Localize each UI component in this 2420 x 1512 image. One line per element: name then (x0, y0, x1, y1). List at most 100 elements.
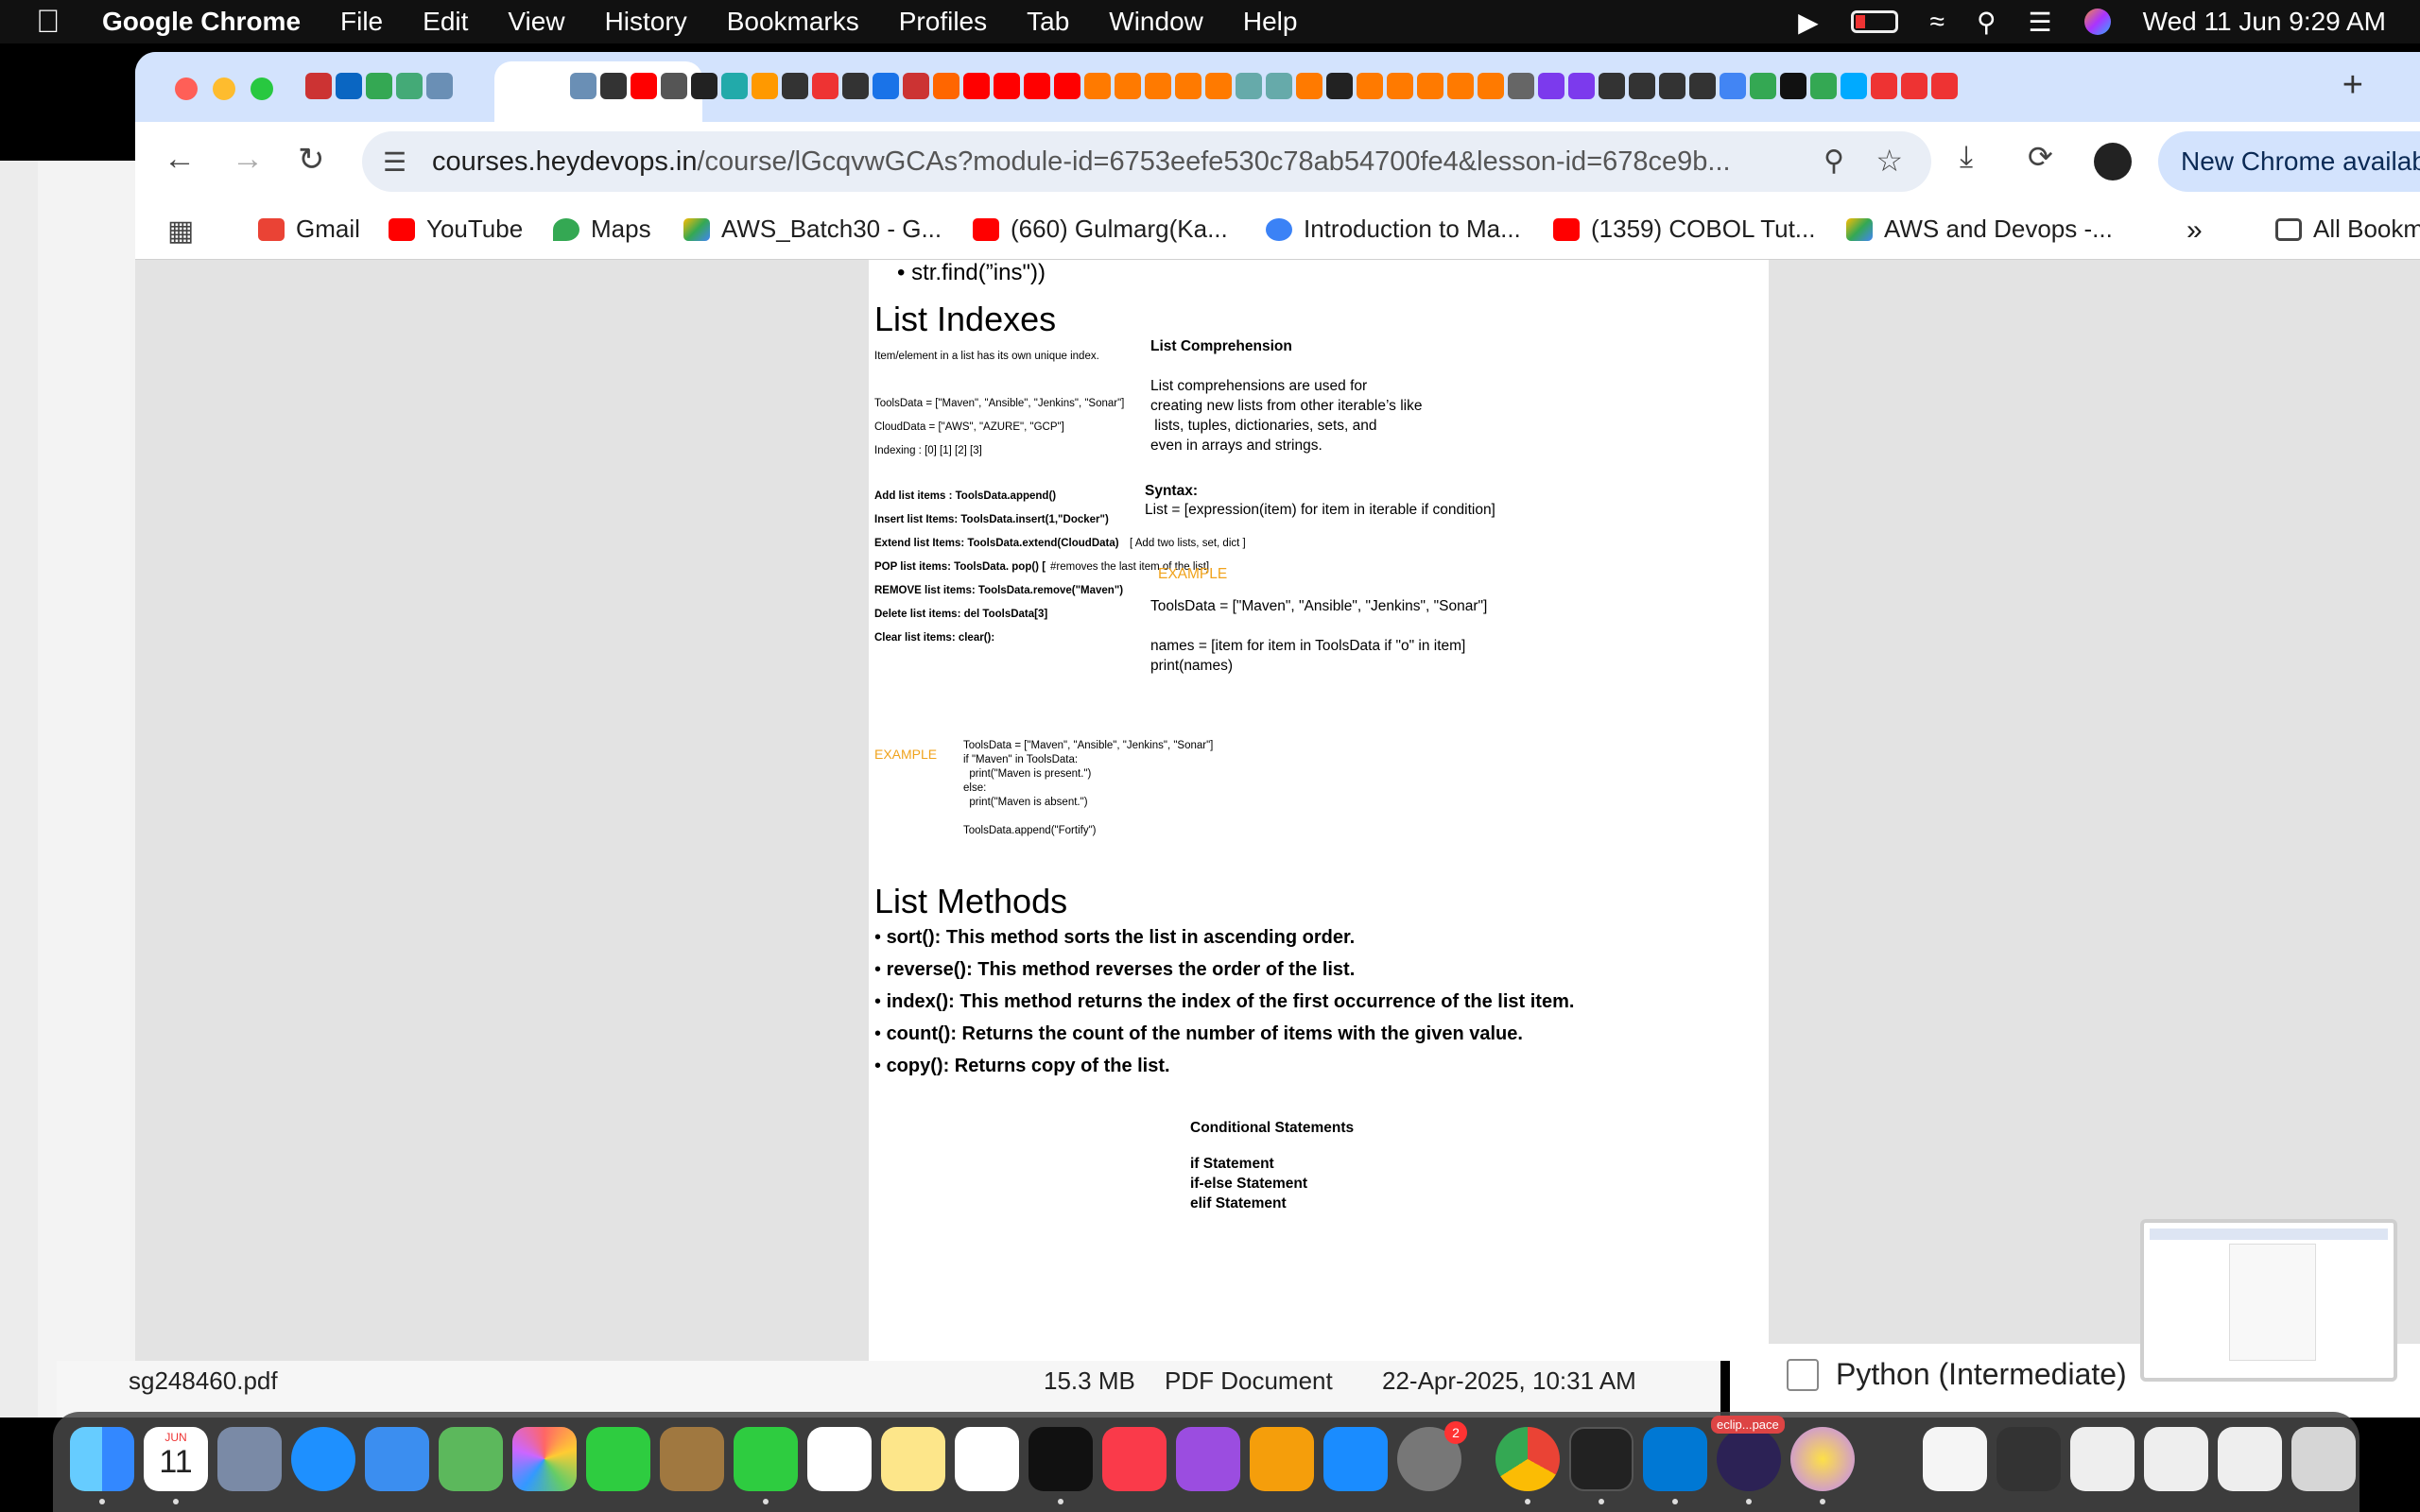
mail-icon[interactable] (365, 1427, 429, 1491)
apps-grid-icon[interactable]: ▦ (167, 215, 194, 248)
tab-favicon[interactable] (1145, 73, 1171, 99)
recent-window-icon[interactable] (2218, 1427, 2282, 1491)
app-store-icon[interactable] (1323, 1427, 1388, 1491)
tab-favicon[interactable] (842, 73, 869, 99)
tab-favicon[interactable] (1236, 73, 1262, 99)
tab-favicon[interactable] (873, 73, 899, 99)
tab-favicon[interactable] (1115, 73, 1141, 99)
challenge-checkbox[interactable] (1787, 1359, 1819, 1391)
bookmark-gmail[interactable]: Gmail (258, 215, 360, 244)
media-play-icon[interactable]: ▶ (1798, 7, 1819, 38)
freeform-icon[interactable] (955, 1427, 1019, 1491)
numbers-icon[interactable] (734, 1427, 798, 1491)
minimize-window-button[interactable] (213, 77, 235, 100)
bookmark-aws-batch30[interactable]: AWS_Batch30 - G... (683, 215, 942, 244)
reminders-icon[interactable] (807, 1427, 872, 1491)
tab-favicon[interactable] (1780, 73, 1806, 99)
tab-favicon[interactable] (1689, 73, 1716, 99)
tab-favicon[interactable] (1326, 73, 1353, 99)
download-icon[interactable]: ⤓ (1960, 139, 1973, 175)
clock-datetime[interactable]: Wed 11 Jun 9:29 AM (2143, 7, 2386, 37)
tab-favicon[interactable] (1931, 73, 1958, 99)
tab-favicon[interactable] (1205, 73, 1232, 99)
contacts-icon[interactable] (660, 1427, 724, 1491)
zoom-icon[interactable]: ⚲ (1824, 145, 1844, 178)
chrome-icon[interactable] (1495, 1427, 1560, 1491)
apple-menu-icon[interactable]:  (36, 4, 74, 41)
music-icon[interactable] (1102, 1427, 1167, 1491)
tab-favicon[interactable] (782, 73, 808, 99)
menu-window[interactable]: Window (1109, 7, 1203, 37)
tab-favicon[interactable] (1720, 73, 1746, 99)
tab-favicon[interactable] (1871, 73, 1897, 99)
extensions-icon[interactable]: ⟳ (2028, 139, 2053, 175)
menu-tab[interactable]: Tab (1027, 7, 1069, 37)
tab-favicon[interactable] (1750, 73, 1776, 99)
tab-favicon[interactable] (1084, 73, 1111, 99)
maps-app-icon[interactable] (439, 1427, 503, 1491)
app-menu-name[interactable]: Google Chrome (102, 7, 301, 37)
podcasts-icon[interactable] (1176, 1427, 1240, 1491)
close-window-button[interactable] (175, 77, 198, 100)
menu-bookmarks[interactable]: Bookmarks (727, 7, 859, 37)
tab-favicon[interactable] (1810, 73, 1837, 99)
notes-icon[interactable] (881, 1427, 945, 1491)
terminal-icon[interactable] (1569, 1427, 1634, 1491)
system-settings-icon[interactable]: 2 (1397, 1421, 1467, 1491)
bookmark-cobol[interactable]: (1359) COBOL Tut... (1553, 215, 1815, 244)
tab-favicon[interactable] (963, 73, 990, 99)
screenshot-thumbnail[interactable] (2140, 1219, 2397, 1382)
bookmark-maps[interactable]: Maps (553, 215, 651, 244)
tab-favicon[interactable] (1659, 73, 1685, 99)
launchpad-icon[interactable] (217, 1427, 282, 1491)
tab-favicon[interactable] (1478, 73, 1504, 99)
photos-icon[interactable] (512, 1427, 577, 1491)
facetime-icon[interactable] (586, 1427, 650, 1491)
tab-favicon[interactable] (994, 73, 1020, 99)
tab-favicon[interactable] (903, 73, 929, 99)
eclipse-icon[interactable]: eclip...pace (1711, 1416, 1785, 1491)
tab-favicon[interactable] (752, 73, 778, 99)
flower-app-icon[interactable] (1790, 1427, 1855, 1491)
siri-icon[interactable] (2083, 9, 2111, 35)
tab-favicon[interactable] (1024, 73, 1050, 99)
tab-favicon[interactable] (1901, 73, 1927, 99)
tab-favicon[interactable] (1599, 73, 1625, 99)
reload-icon[interactable]: ↻ (298, 141, 325, 179)
all-bookmarks-button[interactable]: All Bookm (2275, 215, 2420, 244)
tab-favicon[interactable] (1447, 73, 1474, 99)
tab-favicon[interactable] (426, 73, 453, 99)
tab-favicon[interactable] (1387, 73, 1413, 99)
menu-history[interactable]: History (605, 7, 687, 37)
tab-favicon[interactable] (600, 73, 627, 99)
menu-file[interactable]: File (340, 7, 383, 37)
new-chrome-available-button[interactable]: New Chrome availab (2158, 131, 2420, 192)
bookmark-introduction[interactable]: Introduction to Ma... (1266, 215, 1521, 244)
tab-favicon[interactable] (721, 73, 748, 99)
new-tab-button[interactable]: + (2342, 65, 2363, 106)
tab-favicon[interactable] (1357, 73, 1383, 99)
safari-icon[interactable] (291, 1427, 355, 1491)
recent-window-icon[interactable] (1996, 1427, 2061, 1491)
finder-icon[interactable] (70, 1427, 134, 1491)
recent-window-icon[interactable] (2070, 1427, 2135, 1491)
tab-favicon[interactable] (1266, 73, 1292, 99)
zoom-window-button[interactable] (251, 77, 273, 100)
forward-icon[interactable]: → (232, 141, 264, 178)
trash-icon[interactable] (2291, 1427, 2356, 1491)
vscode-icon[interactable] (1643, 1427, 1707, 1491)
spotlight-icon[interactable]: ⚲ (1977, 7, 1996, 38)
tab-favicon[interactable] (1508, 73, 1534, 99)
calendar-icon[interactable]: JUN 11 (144, 1427, 208, 1491)
tab-favicon[interactable] (661, 73, 687, 99)
tab-favicon[interactable] (631, 73, 657, 99)
tab-favicon[interactable] (1296, 73, 1322, 99)
profile-avatar[interactable] (2094, 143, 2132, 180)
tab-favicon[interactable] (1417, 73, 1443, 99)
menu-help[interactable]: Help (1243, 7, 1298, 37)
recent-window-icon[interactable] (2144, 1427, 2208, 1491)
bookmark-youtube[interactable]: YouTube (389, 215, 523, 244)
tab-favicon[interactable] (1175, 73, 1201, 99)
more-bookmarks-icon[interactable]: » (2187, 215, 2203, 247)
tab-favicon[interactable] (570, 73, 596, 99)
